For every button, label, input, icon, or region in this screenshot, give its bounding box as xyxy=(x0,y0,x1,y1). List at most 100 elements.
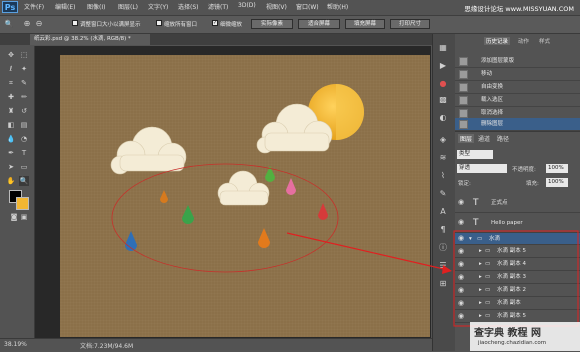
magic-wand-tool-icon[interactable]: ✦ xyxy=(19,64,29,74)
tab-paths[interactable]: 路径 xyxy=(497,134,509,143)
eye-icon[interactable]: ◉ xyxy=(458,219,466,226)
menu-image[interactable]: 图像(I) xyxy=(87,2,105,11)
zoom-in-icon[interactable]: ⊕ xyxy=(22,19,32,29)
menu-file[interactable]: 文件(F) xyxy=(24,2,44,11)
history-item-selected[interactable]: 删除图层 xyxy=(455,118,580,131)
lasso-tool-icon[interactable]: ℓ xyxy=(6,64,16,74)
collapse-arrow-icon[interactable]: ▸ xyxy=(479,284,482,297)
color-panel-icon[interactable]: ● xyxy=(437,78,449,90)
layer-group-row[interactable]: ◉ ▸ ▭ 水滴 副本 5 xyxy=(455,245,580,258)
actions-panel-icon[interactable]: ▶ xyxy=(437,60,449,72)
print-size-button[interactable]: 打印尺寸 xyxy=(390,19,430,29)
marquee-tool-icon[interactable]: ⬚ xyxy=(19,50,29,60)
layer-group-row[interactable]: ◉ ▸ ▭ 水滴 副本 2 xyxy=(455,284,580,297)
eye-icon[interactable]: ◉ xyxy=(458,261,466,268)
eye-icon[interactable]: ◉ xyxy=(458,287,466,294)
dodge-tool-icon[interactable]: ◔ xyxy=(19,134,29,144)
collapse-arrow-icon[interactable]: ▸ xyxy=(479,258,482,271)
layer-row[interactable]: ◉ T Hello paper xyxy=(455,213,580,233)
folder-icon: ▭ xyxy=(485,287,491,293)
eye-icon[interactable]: ◉ xyxy=(458,199,466,206)
brush-panel-icon[interactable]: ✎ xyxy=(437,188,449,200)
zoom-tool-preset-icon[interactable]: 🔍 xyxy=(4,19,14,29)
eye-icon[interactable]: ◉ xyxy=(458,274,466,281)
adjustments-panel-icon[interactable]: ◐ xyxy=(437,112,449,124)
move-tool-icon[interactable]: ✥ xyxy=(6,50,16,60)
scrubby-zoom-checkbox[interactable]: ✓ xyxy=(212,20,218,26)
paths-panel-icon[interactable]: ⌇ xyxy=(437,170,449,182)
document-tab[interactable]: 纸云彩.psd @ 38.2% (水滴, RGB/8) * xyxy=(30,34,150,45)
menu-window[interactable]: 窗口(W) xyxy=(296,2,319,11)
fill-field[interactable]: 100% xyxy=(546,178,568,187)
tab-layers[interactable]: 图层 xyxy=(458,134,475,143)
paragraph-panel-icon[interactable]: ¶ xyxy=(437,224,449,236)
zoom-out-icon[interactable]: ⊖ xyxy=(34,19,44,29)
background-color-swatch[interactable] xyxy=(16,197,29,210)
gradient-tool-icon[interactable]: ▤ xyxy=(19,120,29,130)
blur-tool-icon[interactable]: 💧 xyxy=(6,134,16,144)
menu-view[interactable]: 视图(V) xyxy=(266,2,287,11)
hand-tool-icon[interactable]: ✋ xyxy=(6,176,16,186)
menu-help[interactable]: 帮助(H) xyxy=(327,2,348,11)
history-item[interactable]: 载入选区 xyxy=(455,94,580,107)
zoom-all-checkbox[interactable] xyxy=(156,20,162,26)
eraser-tool-icon[interactable]: ◧ xyxy=(6,120,16,130)
fill-screen-button[interactable]: 填充屏幕 xyxy=(345,19,385,29)
brush-tool-icon[interactable]: ✏ xyxy=(19,92,29,102)
navigator-panel-icon[interactable]: ⊞ xyxy=(437,278,449,290)
collapse-arrow-icon[interactable]: ▸ xyxy=(479,245,482,258)
layer-group-row-selected[interactable]: ◉ ▾ ▭ 水滴 xyxy=(455,233,580,245)
eye-icon[interactable]: ◉ xyxy=(458,235,466,242)
crop-tool-icon[interactable]: ⌗ xyxy=(6,78,16,88)
type-tool-icon[interactable]: T xyxy=(19,148,29,158)
zoom-tool-icon[interactable]: 🔍 xyxy=(19,176,29,186)
layer-filter-kind-select[interactable]: 类型 xyxy=(457,150,493,159)
eye-icon[interactable]: ◉ xyxy=(458,300,466,307)
layers-panel-icon[interactable]: ◈ xyxy=(437,134,449,146)
opacity-field[interactable]: 100% xyxy=(546,164,568,173)
pen-tool-icon[interactable]: ✒ xyxy=(6,148,16,158)
history-brush-tool-icon[interactable]: ↺ xyxy=(19,106,29,116)
menu-select[interactable]: 选择(S) xyxy=(178,2,199,11)
menu-3d[interactable]: 3D(D) xyxy=(238,2,256,9)
info-panel-icon[interactable]: ⓘ xyxy=(437,242,449,254)
fit-screen-button[interactable]: 适合屏幕 xyxy=(298,19,340,29)
layer-row[interactable]: ◉ T 正式点 xyxy=(455,193,580,213)
eyedropper-tool-icon[interactable]: ✎ xyxy=(19,78,29,88)
properties-panel-icon[interactable]: ☰ xyxy=(437,260,449,272)
history-panel-icon[interactable]: ▦ xyxy=(437,42,449,54)
menu-filter[interactable]: 滤镜(T) xyxy=(208,2,228,11)
healing-brush-tool-icon[interactable]: ✚ xyxy=(6,92,16,102)
eye-icon[interactable]: ◉ xyxy=(458,313,466,320)
tab-styles[interactable]: 样式 xyxy=(539,37,550,45)
tab-history[interactable]: 历史记录 xyxy=(484,37,511,45)
history-item[interactable]: 自由变换 xyxy=(455,81,580,94)
menu-type[interactable]: 文字(Y) xyxy=(148,2,168,11)
expand-arrow-icon[interactable]: ▾ xyxy=(469,233,472,245)
shape-tool-icon[interactable]: ▭ xyxy=(19,162,29,172)
swatches-panel-icon[interactable]: ▩ xyxy=(437,94,449,106)
menu-edit[interactable]: 编辑(E) xyxy=(55,2,75,11)
tab-channels[interactable]: 通道 xyxy=(478,134,490,143)
eye-icon[interactable]: ◉ xyxy=(458,248,466,255)
screen-mode-icon[interactable]: ▣ xyxy=(19,212,29,222)
menu-layer[interactable]: 图层(L) xyxy=(118,2,138,11)
actual-pixels-button[interactable]: 实际像素 xyxy=(251,19,293,29)
history-item[interactable]: 添加图层蒙版 xyxy=(455,55,580,68)
channels-panel-icon[interactable]: ≋ xyxy=(437,152,449,164)
collapse-arrow-icon[interactable]: ▸ xyxy=(479,297,482,310)
clone-stamp-tool-icon[interactable]: ♜ xyxy=(6,106,16,116)
path-selection-tool-icon[interactable]: ➤ xyxy=(6,162,16,172)
character-panel-icon[interactable]: A xyxy=(437,206,449,218)
collapse-arrow-icon[interactable]: ▸ xyxy=(479,271,482,284)
resize-windows-checkbox[interactable] xyxy=(72,20,78,26)
layer-group-row[interactable]: ◉ ▸ ▭ 水滴 副本 4 xyxy=(455,258,580,271)
document-info: 文档:7.23M/94.6M xyxy=(80,343,134,350)
layer-group-row[interactable]: ◉ ▸ ▭ 水滴 副本 xyxy=(455,297,580,310)
zoom-level[interactable]: 38.19% xyxy=(4,341,27,348)
tab-actions[interactable]: 动作 xyxy=(518,37,529,45)
layer-group-row[interactable]: ◉ ▸ ▭ 水滴 副本 3 xyxy=(455,271,580,284)
quick-mask-icon[interactable]: ◙ xyxy=(9,212,19,222)
blend-mode-select[interactable]: 穿透 xyxy=(457,164,507,173)
history-item[interactable]: 移动 xyxy=(455,68,580,81)
